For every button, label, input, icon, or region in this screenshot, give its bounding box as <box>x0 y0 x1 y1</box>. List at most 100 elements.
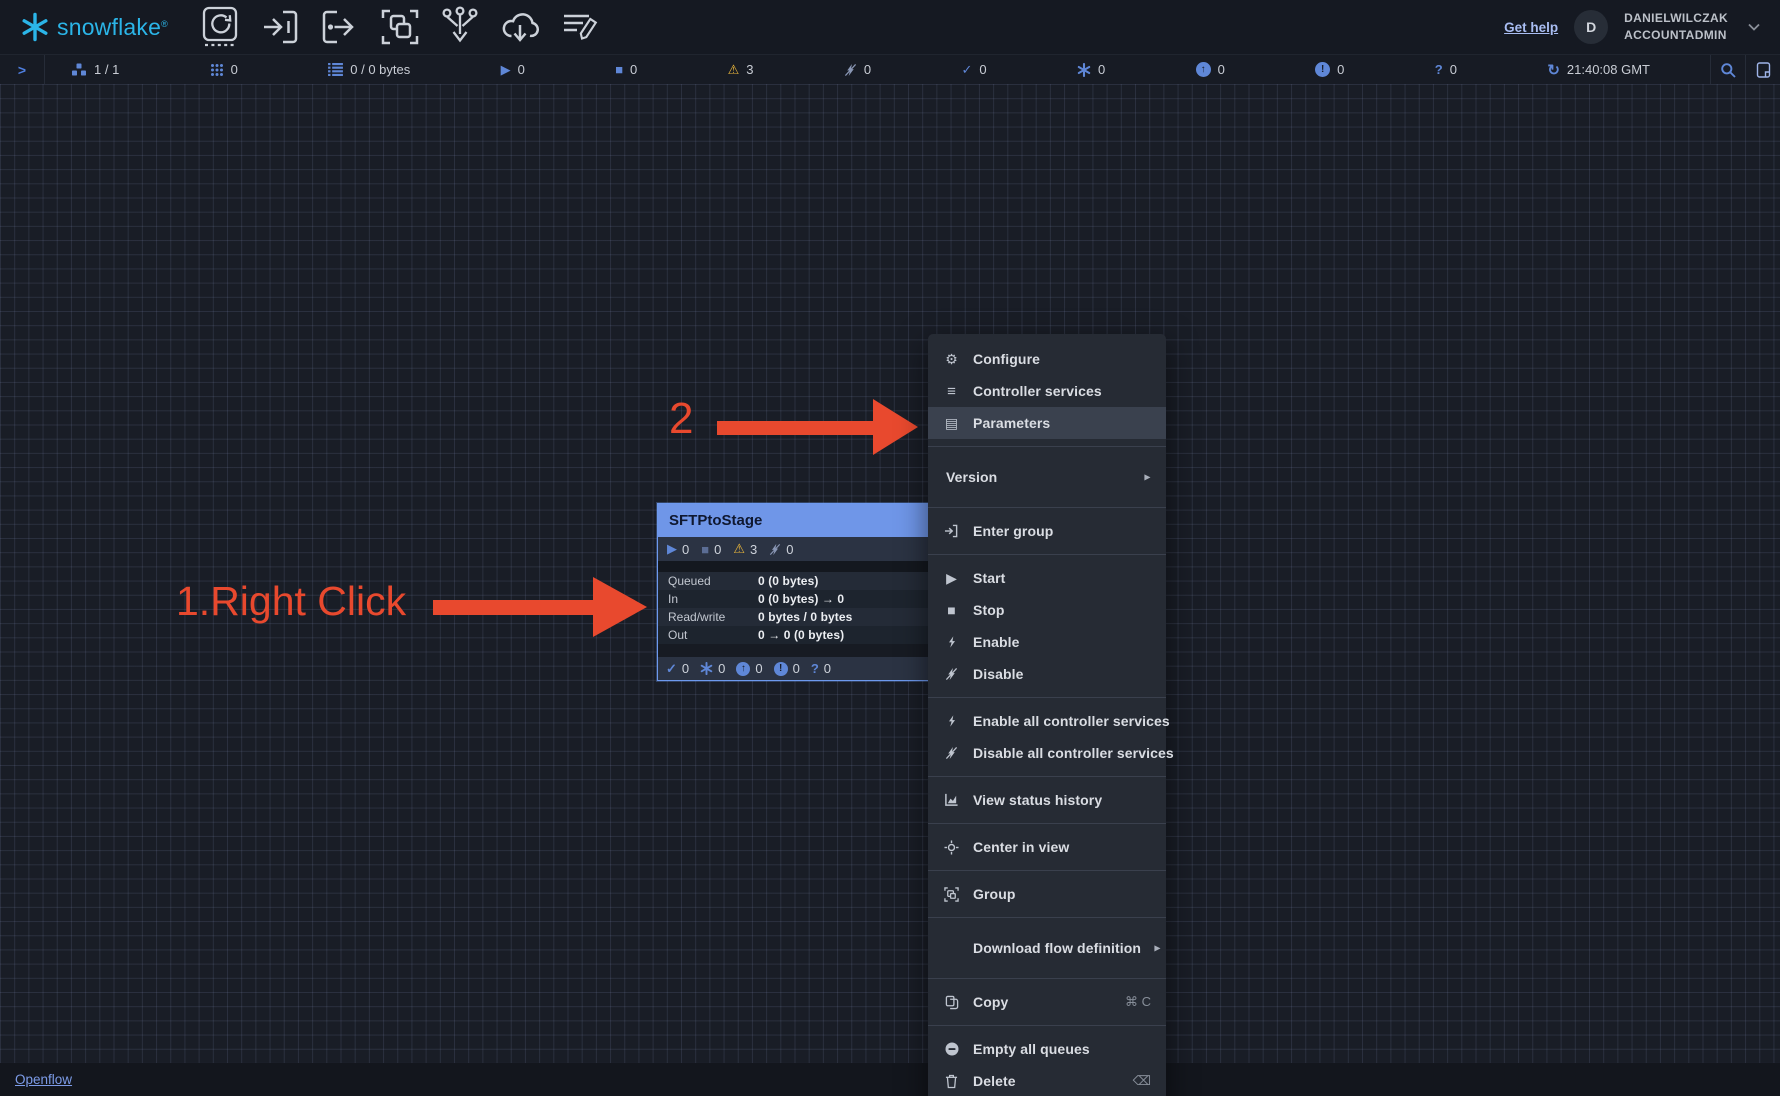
output-port-icon[interactable] <box>314 5 366 49</box>
last-refreshed: ↻ 21:40:08 GMT <box>1547 61 1650 79</box>
process-group-status-row: ▶ 0 ■ 0 ⚠ 3 0 <box>658 537 938 561</box>
menu-separator <box>928 776 1166 777</box>
menu-item-view-status-history[interactable]: View status history <box>928 784 1166 816</box>
invalid-count: 3 <box>750 542 757 557</box>
menu-item-version[interactable]: Version ▶ <box>928 454 1166 500</box>
list-icon: ≡ <box>943 383 960 400</box>
label-icon[interactable] <box>554 5 606 49</box>
breadcrumb-openflow[interactable]: Openflow <box>15 1072 72 1087</box>
process-group-icon[interactable] <box>374 5 426 49</box>
brand-wordmark: snowflake® <box>57 14 168 41</box>
get-help-link[interactable]: Get help <box>1504 20 1558 35</box>
menu-item-configure[interactable]: ⚙ Configure <box>928 343 1166 375</box>
invalid-count: ⚠ 3 <box>728 62 754 78</box>
annotation-arrow-head <box>873 399 918 455</box>
warning-icon: ⚠ <box>728 62 740 78</box>
menu-item-delete[interactable]: Delete ⌫ <box>928 1065 1166 1096</box>
bolt-crossed-icon <box>943 746 960 760</box>
menu-item-parameters[interactable]: ▤ Parameters <box>928 407 1166 439</box>
menu-item-label: Empty all queues <box>973 1041 1151 1057</box>
check-icon: ✓ <box>666 661 677 677</box>
processor-icon[interactable] <box>194 5 246 49</box>
menu-separator <box>928 823 1166 824</box>
bolt-crossed-icon <box>769 543 781 556</box>
collapse-chevron-icon[interactable]: > <box>0 55 45 84</box>
menu-item-label: Download flow definition <box>973 940 1141 956</box>
menu-item-disable[interactable]: Disable <box>928 658 1166 690</box>
cluster-icon <box>71 63 87 77</box>
menu-item-group[interactable]: Group <box>928 878 1166 910</box>
menu-item-enable-all-controller-services[interactable]: Enable all controller services <box>928 705 1166 737</box>
question-icon: ? <box>1435 62 1443 77</box>
menu-item-label: Parameters <box>973 415 1151 431</box>
menu-separator <box>928 917 1166 918</box>
menu-item-enable[interactable]: Enable <box>928 626 1166 658</box>
annotation-step1-label: 1.Right Click <box>176 578 406 625</box>
uptodate-count: ✓ 0 <box>961 62 986 78</box>
notes-button[interactable] <box>1745 55 1780 84</box>
chevron-down-icon[interactable] <box>1748 23 1760 31</box>
gear-icon: ⚙ <box>943 351 960 368</box>
stale-value: 0 <box>1218 62 1225 77</box>
refresh-icon[interactable]: ↻ <box>1547 61 1560 79</box>
bolt-crossed-icon <box>844 63 857 77</box>
remote-process-group-icon[interactable] <box>494 5 546 49</box>
arrow-up-circle-icon: ↑ <box>736 662 750 676</box>
exclamation-circle-icon: ! <box>774 662 788 676</box>
process-group-title[interactable]: SFTPtoStage <box>658 504 938 537</box>
funnel-icon[interactable] <box>434 5 486 49</box>
minus-circle-icon <box>943 1042 960 1056</box>
menu-item-center-in-view[interactable]: Center in view <box>928 831 1166 863</box>
grid-value: 0 <box>231 62 238 77</box>
play-icon: ▶ <box>943 570 960 587</box>
disabled-value: 0 <box>864 62 871 77</box>
input-port-icon[interactable] <box>254 5 306 49</box>
search-button[interactable] <box>1710 55 1745 84</box>
queued-count: 0 / 0 bytes <box>328 62 410 77</box>
breadcrumb-bar: Openflow <box>0 1063 1780 1096</box>
avatar[interactable]: D <box>1574 10 1608 44</box>
disabled-count: 0 <box>844 62 871 77</box>
asterisk-icon <box>700 662 713 675</box>
menu-item-download-flow-definition[interactable]: Download flow definition ▶ <box>928 925 1166 971</box>
remote-count: 0 <box>210 62 238 77</box>
menu-item-label: Disable all controller services <box>973 745 1174 761</box>
modified-value: 0 <box>1098 62 1105 77</box>
stop-icon: ■ <box>701 542 709 557</box>
shortcut-hint: ⌘ C <box>1125 994 1151 1010</box>
stat-label: Queued <box>668 574 758 588</box>
submenu-caret-icon: ▶ <box>1154 943 1160 953</box>
node-divider <box>658 561 938 572</box>
unknown-count: 0 <box>824 661 831 676</box>
menu-item-controller-services[interactable]: ≡ Controller services <box>928 375 1166 407</box>
stopped-count: 0 <box>714 542 721 557</box>
search-icon <box>1720 62 1736 78</box>
user-info[interactable]: DANIELWILCZAK ACCOUNTADMIN <box>1624 10 1728 44</box>
snowflake-mark-icon <box>20 12 50 42</box>
table-icon: ▤ <box>943 415 960 432</box>
user-name: DANIELWILCZAK <box>1624 10 1728 27</box>
status-bar: > 1 / 1 <box>0 54 1780 84</box>
menu-item-label: Disable <box>973 666 1151 682</box>
annotation-step2-label: 2 <box>669 394 693 444</box>
menu-item-enter-group[interactable]: Enter group <box>928 515 1166 547</box>
menu-item-stop[interactable]: ■ Stop <box>928 594 1166 626</box>
process-group-node[interactable]: SFTPtoStage ▶ 0 ■ 0 ⚠ 3 0 Queued 0 (0 by… <box>657 503 939 681</box>
invalid-value: 3 <box>746 62 753 77</box>
menu-item-copy[interactable]: Copy ⌘ C <box>928 986 1166 1018</box>
bolt-crossed-icon <box>943 667 960 681</box>
grid-icon <box>210 63 224 77</box>
stat-value: 0 → 0 (0 bytes) <box>758 628 844 642</box>
menu-item-start[interactable]: ▶ Start <box>928 562 1166 594</box>
running-count: 0 <box>682 542 689 557</box>
menu-separator <box>928 1025 1166 1026</box>
stat-row-out: Out 0 → 0 (0 bytes) <box>658 626 938 644</box>
menu-item-label: Enable <box>973 634 1151 650</box>
copy-icon <box>943 995 960 1010</box>
menu-item-empty-all-queues[interactable]: Empty all queues <box>928 1033 1166 1065</box>
menu-item-label: Delete <box>973 1073 1120 1089</box>
queue-icon <box>328 63 343 76</box>
menu-item-label: Group <box>973 886 1151 902</box>
unknown-count: ? 0 <box>1435 62 1457 77</box>
menu-item-disable-all-controller-services[interactable]: Disable all controller services <box>928 737 1166 769</box>
